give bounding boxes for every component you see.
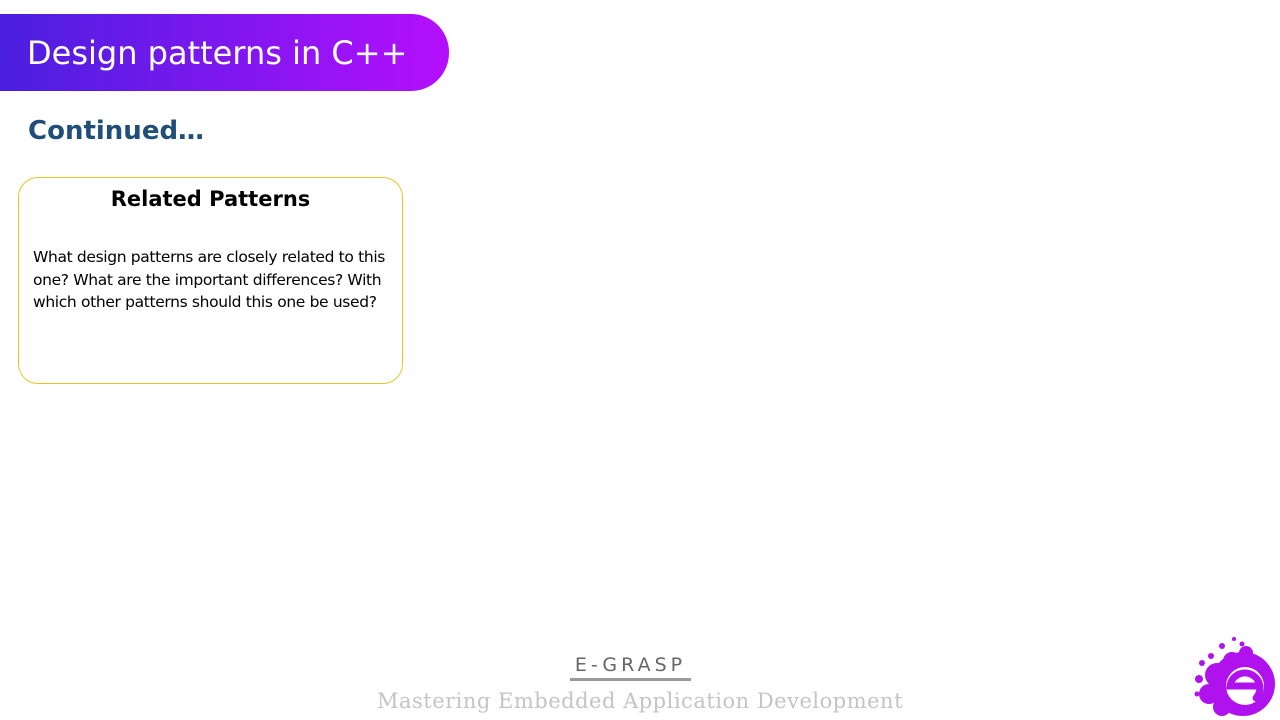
slide-title: Design patterns in C++ <box>27 34 408 72</box>
e-grasp-logo-icon <box>1194 637 1275 716</box>
card-body-text: What design patterns are closely related… <box>33 248 385 312</box>
slide-subtitle: Continued… <box>28 116 205 146</box>
footer-brand: E-GRASP <box>570 652 691 681</box>
title-banner: Design patterns in C++ <box>0 14 449 91</box>
related-patterns-card: Related Patterns What design patterns ar… <box>18 177 403 384</box>
footer-tagline: Mastering Embedded Application Developme… <box>376 689 904 713</box>
card-heading: Related Patterns <box>110 187 311 211</box>
